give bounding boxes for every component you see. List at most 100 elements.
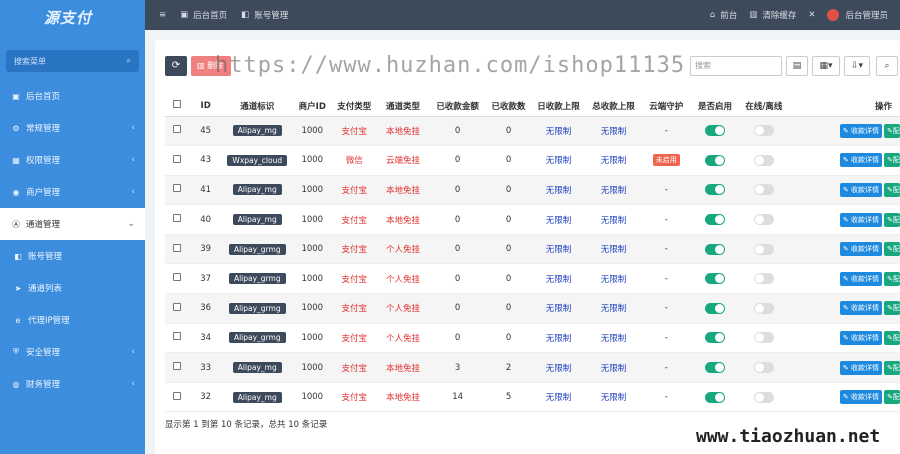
config-button[interactable]: ✎配 [884, 390, 900, 405]
table-row: 45 Alipay_mg 1000 支付宝 本地免挂 0 0 无限制 无限制 - ✎ 收款详情 ✎配 [165, 116, 900, 147]
cell-total-limit: 无限制 [586, 145, 641, 176]
online-toggle[interactable] [753, 125, 774, 137]
enabled-toggle[interactable] [704, 184, 725, 196]
online-toggle[interactable] [753, 184, 774, 196]
toggle-view-button[interactable]: ▤ [786, 56, 808, 76]
config-button[interactable]: ✎配 [884, 301, 900, 316]
config-button[interactable]: ✎配 [884, 271, 900, 286]
config-button[interactable]: ✎配 [884, 182, 900, 197]
cell-id: 39 [189, 234, 222, 265]
cell-channel-type: 本地免挂 [376, 382, 430, 413]
trash-icon: ▥ [197, 61, 208, 70]
pagination-info: 显示第 1 到第 10 条记录，总共 10 条记录 [165, 420, 328, 430]
cell-amount: 0 [429, 234, 487, 265]
logo[interactable]: 源支付 [0, 0, 145, 34]
payment-detail-button[interactable]: ✎ 收款详情 [839, 153, 882, 168]
export-button[interactable]: ⇩▾ [844, 56, 870, 76]
config-button[interactable]: ✎配 [884, 153, 900, 168]
enabled-toggle[interactable] [704, 154, 725, 166]
online-toggle[interactable] [753, 273, 774, 285]
payment-detail-button[interactable]: ✎ 收款详情 [839, 271, 882, 286]
table-row: 41 Alipay_mg 1000 支付宝 本地免挂 0 0 无限制 无限制 - ✎ 收款详情 ✎配 [165, 175, 900, 206]
payment-detail-button[interactable]: ✎ 收款详情 [839, 360, 882, 375]
enabled-toggle[interactable] [704, 391, 725, 403]
chevron-left-icon: ‹ [131, 155, 135, 165]
cell-channel-type: 个人免挂 [376, 263, 430, 295]
select-all-checkbox[interactable] [173, 100, 182, 109]
cell-channel-type: 本地免挂 [376, 204, 430, 235]
row-checkbox[interactable] [173, 362, 182, 371]
row-checkbox[interactable] [173, 391, 182, 400]
sidebar-item-money[interactable]: ◍ 财务管理 ‹ [0, 368, 145, 400]
payment-detail-button[interactable]: ✎ 收款详情 [839, 242, 882, 257]
channel-tag: Alipay_grmg [228, 243, 286, 255]
col-id[interactable]: ID [189, 96, 222, 117]
online-toggle[interactable] [753, 302, 774, 314]
online-toggle[interactable] [753, 243, 774, 255]
row-checkbox[interactable] [173, 184, 182, 193]
payment-detail-button[interactable]: ✎ 收款详情 [839, 301, 882, 316]
sidebar-item-dashboard[interactable]: ▣ 后台首页 [0, 80, 145, 112]
payment-detail-button[interactable]: ✎ 收款详情 [839, 123, 882, 138]
cell-count: 0 [486, 116, 532, 147]
sidebar-item-ie[interactable]: e 代理IP管理 [0, 304, 145, 336]
fullscreen-icon[interactable]: ✕ [808, 10, 815, 20]
admin-menu[interactable]: 后台管理员 [827, 9, 888, 21]
config-button[interactable]: ✎配 [884, 360, 900, 375]
enabled-toggle[interactable] [704, 243, 725, 255]
col-cloud: 云端守护 [640, 96, 692, 117]
sidebar-item-user[interactable]: ◉ 商户管理 ‹ [0, 176, 145, 208]
online-toggle[interactable] [753, 391, 774, 403]
enabled-toggle[interactable] [704, 214, 725, 226]
group-icon: ▦ [12, 155, 20, 165]
online-toggle[interactable] [753, 332, 774, 344]
sidebar-item-account[interactable]: ◧ 账号管理 [0, 240, 145, 272]
refresh-button[interactable]: ⟳ [165, 56, 187, 76]
edit-icon: ✎ [842, 126, 851, 135]
columns-button[interactable]: ▦▾ [812, 56, 840, 76]
enabled-toggle[interactable] [704, 273, 725, 285]
row-checkbox[interactable] [173, 243, 182, 252]
clear-cache-button[interactable]: ▥ 清除缓存 [749, 9, 796, 21]
enabled-toggle[interactable] [704, 125, 725, 137]
online-toggle[interactable] [753, 362, 774, 374]
config-button[interactable]: ✎配 [884, 212, 900, 227]
row-checkbox[interactable] [173, 214, 182, 223]
config-button[interactable]: ✎配 [884, 242, 900, 257]
tab-home[interactable]: ▣ 后台首页 [180, 9, 227, 21]
row-checkbox[interactable] [173, 332, 182, 341]
sidebar-item-group[interactable]: ▦ 权限管理 ‹ [0, 144, 145, 176]
col-mid: 商户ID [292, 96, 332, 117]
enabled-toggle[interactable] [704, 302, 725, 314]
payment-detail-button[interactable]: ✎ 收款详情 [839, 330, 882, 345]
cell-pay-type: 支付宝 [331, 293, 377, 324]
frontend-link[interactable]: ⌂ 前台 [710, 9, 737, 21]
cell-total-limit: 无限制 [586, 175, 641, 206]
row-checkbox[interactable] [173, 273, 182, 282]
enabled-toggle[interactable] [704, 362, 725, 374]
sidebar-item-send[interactable]: ➤ 通道列表 [0, 272, 145, 304]
search-button[interactable]: ⌕ [876, 56, 898, 76]
enabled-toggle[interactable] [704, 332, 725, 344]
sidebar-search-input[interactable]: 搜索菜单 ⌕ [6, 50, 139, 72]
online-toggle[interactable] [753, 214, 774, 226]
menu-toggle-icon[interactable]: ≡ [159, 10, 166, 20]
row-checkbox[interactable] [173, 302, 182, 311]
config-button[interactable]: ✎配 [884, 123, 900, 138]
sidebar-item-channel[interactable]: Ⓐ 通道管理 ⌄ [0, 208, 145, 240]
config-button[interactable]: ✎配 [884, 330, 900, 345]
row-checkbox[interactable] [173, 125, 182, 134]
tab-account[interactable]: ◧ 账号管理 [241, 9, 288, 21]
payment-detail-button[interactable]: ✎ 收款详情 [839, 212, 882, 227]
cell-count: 0 [486, 145, 532, 176]
table-search-input[interactable]: 搜索 [690, 56, 782, 76]
search-icon[interactable]: ⌕ [127, 56, 131, 66]
payment-detail-button[interactable]: ✎ 收款详情 [839, 182, 882, 197]
online-toggle[interactable] [753, 154, 774, 166]
row-checkbox[interactable] [173, 154, 182, 163]
sidebar-item-shield[interactable]: ⛨ 安全管理 ‹ [0, 336, 145, 368]
payment-detail-button[interactable]: ✎ 收款详情 [839, 390, 882, 405]
delete-button[interactable]: ▥ 删除 [191, 56, 231, 76]
topbar: ≡ ▣ 后台首页 ◧ 账号管理 ⌂ 前台 ▥ 清除缓存 ✕ 后台管理员 [145, 0, 900, 30]
sidebar-item-gear[interactable]: ⚙ 常规管理 ‹ [0, 112, 145, 144]
